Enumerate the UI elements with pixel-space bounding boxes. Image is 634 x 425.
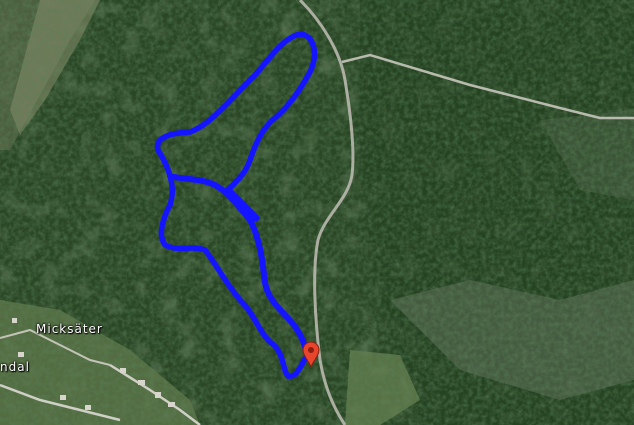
place-label-ndal: ndal bbox=[0, 360, 30, 374]
satellite-map[interactable]: Micksäter ndal bbox=[0, 0, 634, 425]
place-label-micksater: Micksäter bbox=[36, 322, 103, 336]
map-pin-icon[interactable] bbox=[300, 340, 322, 368]
